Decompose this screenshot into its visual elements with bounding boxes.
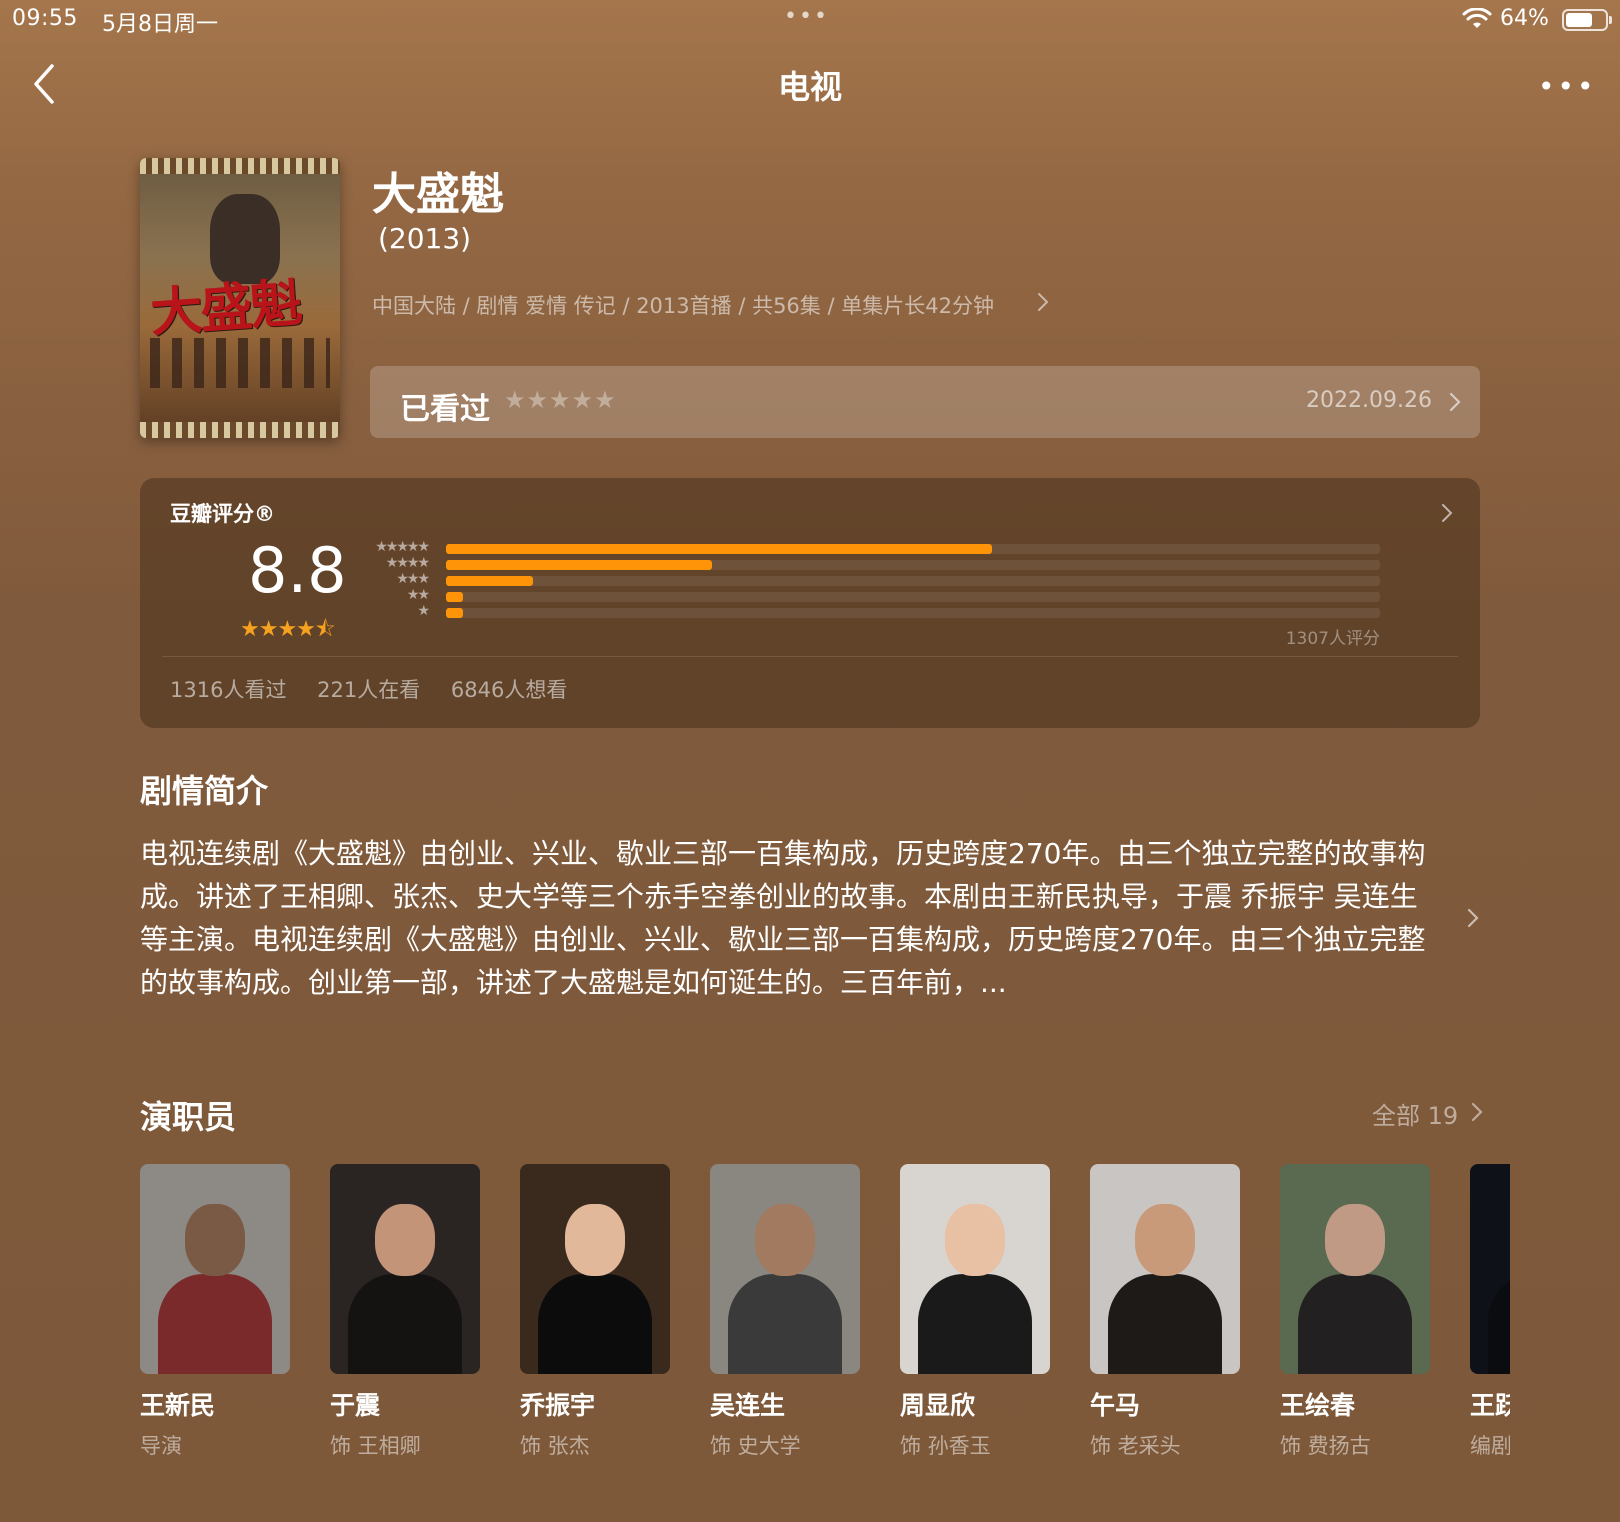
watched-date: 2022.09.26: [1306, 388, 1432, 413]
rating-dist-label: ★: [417, 603, 429, 619]
total-raters: 1307人评分: [1285, 629, 1380, 649]
cast-name: 乔振宇: [520, 1391, 596, 1420]
cast-name: 王新民: [140, 1391, 216, 1420]
cast-role: 饰 张杰: [520, 1434, 590, 1458]
battery-icon: [1562, 9, 1612, 31]
synopsis-heading: 剧情简介: [140, 772, 269, 810]
wifi-icon: [1462, 8, 1492, 28]
cast-card[interactable]: 王跃 编剧: [1470, 1164, 1510, 1460]
cast-name: 王绘春: [1280, 1391, 1356, 1420]
cast-role: 饰 孙香玉: [900, 1434, 991, 1458]
rating-stars: ★★★★⯪: [240, 617, 336, 642]
cast-role: 编剧: [1470, 1434, 1510, 1458]
cast-photo[interactable]: [1090, 1164, 1240, 1374]
cast-card[interactable]: 周显欣饰 孙香玉: [900, 1164, 1050, 1460]
cast-role: 饰 老采头: [1090, 1434, 1181, 1458]
rating-dist-bar: [446, 576, 533, 586]
rating-dist-label: ★★: [406, 587, 430, 603]
cast-card[interactable]: 王绘春饰 费扬古: [1280, 1164, 1430, 1460]
status-date: 5月8日周一: [102, 12, 218, 37]
watching-count[interactable]: 221人在看: [317, 678, 420, 702]
cast-photo[interactable]: [900, 1164, 1050, 1374]
watched-chevron-icon: [1449, 392, 1461, 412]
audience-counts: 1316人看过 221人在看 6846人想看: [170, 674, 585, 704]
cast-all-chevron-icon[interactable]: [1470, 1100, 1484, 1124]
more-options-icon[interactable]: •••: [1538, 70, 1597, 103]
cast-photo[interactable]: [710, 1164, 860, 1374]
cast-role: 饰 王相卿: [330, 1434, 421, 1458]
cast-card[interactable]: 王新民 导演: [140, 1164, 290, 1460]
cast-card[interactable]: 吴连生饰 史大学: [710, 1164, 860, 1460]
cast-name: 于震: [330, 1391, 381, 1420]
show-poster[interactable]: 大盛魁: [140, 158, 340, 438]
cast-heading: 演职员: [140, 1098, 237, 1136]
rating-dist-track: [446, 608, 1380, 618]
cast-card[interactable]: 午马饰 老采头: [1090, 1164, 1240, 1460]
page-title: 电视: [777, 68, 842, 106]
cast-photo[interactable]: [1470, 1164, 1510, 1374]
watched-status-bar[interactable]: 已看过 ★★★★★ 2022.09.26: [370, 366, 1480, 438]
cast-role: 导演: [140, 1434, 182, 1458]
rating-dist-label: ★★★★★: [375, 539, 430, 555]
cast-list[interactable]: 王新民 导演 于震饰 王相卿 乔振宇饰 张杰 吴连生饰 史大学 周显欣饰 孙香玉 午马饰 老…: [140, 1164, 1510, 1464]
my-rating-stars[interactable]: ★★★★★: [504, 386, 617, 414]
battery-percent: 64%: [1500, 6, 1549, 31]
rating-dist-label: ★★★: [396, 571, 430, 587]
show-year: (2013): [378, 222, 472, 255]
rating-card[interactable]: 豆瓣评分® 8.8 ★★★★⯪ 1307人评分 1316人看过 221人在看 6…: [140, 478, 1480, 728]
cast-photo[interactable]: [140, 1164, 290, 1374]
multitask-dots-icon[interactable]: •••: [784, 4, 829, 29]
cast-card[interactable]: 于震饰 王相卿: [330, 1164, 480, 1460]
show-title: 大盛魁: [372, 169, 504, 220]
status-time: 09:55: [12, 6, 78, 31]
rating-dist-bar: [446, 592, 463, 602]
rating-source-label: 豆瓣评分®: [170, 502, 275, 526]
rating-dist-track: [446, 592, 1380, 602]
cast-name: 午马: [1090, 1391, 1141, 1420]
rating-dist-track: [446, 576, 1380, 586]
cast-role: 饰 史大学: [710, 1434, 801, 1458]
rating-dist-track: [446, 544, 1380, 554]
meta-chevron-icon[interactable]: [1036, 290, 1050, 314]
poster-calligraphy: 大盛魁: [148, 272, 303, 345]
cast-name: 王跃: [1470, 1391, 1510, 1420]
show-meta[interactable]: 中国大陆 / 剧情 爱情 传记 / 2013首播 / 共56集 / 单集片长42…: [372, 290, 994, 320]
cast-photo[interactable]: [520, 1164, 670, 1374]
cast-name: 周显欣: [900, 1391, 976, 1420]
synopsis-text[interactable]: 电视连续剧《大盛魁》由创业、兴业、歇业三部一百集构成，历史跨度270年。由三个独…: [140, 832, 1440, 1004]
rating-dist-bar: [446, 544, 993, 554]
rating-dist-label: ★★★★: [385, 555, 430, 571]
cast-all-link[interactable]: 全部 19: [1372, 1096, 1458, 1131]
rating-divider: [162, 656, 1458, 657]
cast-photo[interactable]: [330, 1164, 480, 1374]
rating-score: 8.8: [248, 534, 347, 607]
cast-role: 饰 费扬古: [1280, 1434, 1371, 1458]
cast-card[interactable]: 乔振宇饰 张杰: [520, 1164, 670, 1460]
cast-name: 吴连生: [710, 1391, 786, 1420]
rating-dist-bar: [446, 608, 463, 618]
rating-chevron-icon[interactable]: [1440, 502, 1454, 524]
rating-dist-track: [446, 560, 1380, 570]
watched-label: 已看过: [400, 392, 490, 427]
rating-dist-bar: [446, 560, 713, 570]
want-count[interactable]: 6846人想看: [451, 678, 567, 702]
synopsis-chevron-icon[interactable]: [1466, 906, 1480, 930]
cast-photo[interactable]: [1280, 1164, 1430, 1374]
watched-count[interactable]: 1316人看过: [170, 678, 286, 702]
